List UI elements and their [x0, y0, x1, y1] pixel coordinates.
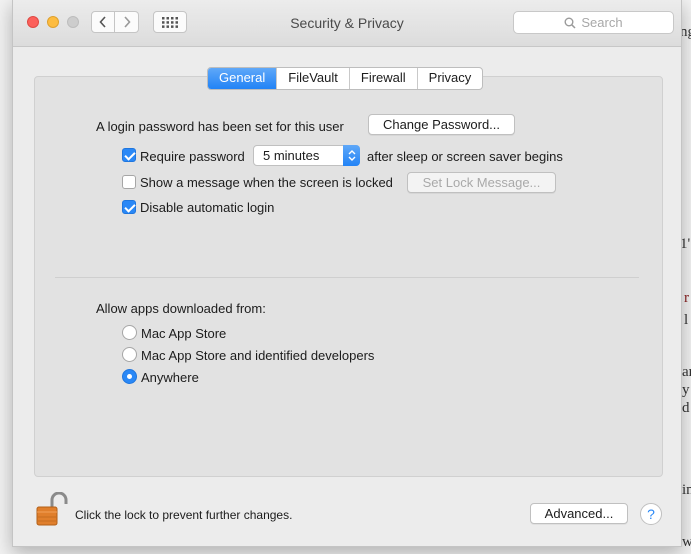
bg-text-fragment: w [682, 534, 691, 550]
help-button[interactable]: ? [640, 503, 662, 525]
search-field[interactable]: Search [513, 11, 674, 34]
security-privacy-window: Security & Privacy Search General FileVa… [12, 0, 682, 547]
bg-text-fragment: l [684, 312, 689, 328]
lock-button[interactable] [34, 491, 68, 528]
require-password-delay-select[interactable]: 5 minutes [253, 145, 360, 166]
bg-text-fragment: y [682, 382, 690, 398]
radio-identified-developers-label: Mac App Store and identified developers [141, 348, 375, 363]
bg-text-fragment: ar [682, 364, 691, 380]
radio-anywhere-label: Anywhere [141, 370, 199, 385]
disable-autologin-label: Disable automatic login [140, 200, 275, 215]
radio-mac-app-store-label: Mac App Store [141, 326, 227, 341]
radio-identified-developers[interactable] [122, 347, 137, 362]
updown-arrows-icon [343, 145, 360, 166]
disable-autologin-checkbox[interactable] [122, 200, 136, 214]
tab-firewall[interactable]: Firewall [348, 68, 417, 89]
search-placeholder: Search [581, 15, 623, 30]
require-password-delay-value: 5 minutes [263, 148, 320, 163]
show-message-checkbox[interactable] [122, 175, 136, 189]
unlocked-padlock-icon [36, 491, 68, 526]
require-password-checkbox[interactable] [122, 148, 136, 162]
title-bar: Security & Privacy Search [13, 0, 681, 47]
allow-apps-heading: Allow apps downloaded from: [96, 301, 266, 316]
show-message-label: Show a message when the screen is locked [140, 175, 393, 190]
lock-hint-text: Click the lock to prevent further change… [75, 508, 293, 522]
bg-text-fragment: r [684, 290, 689, 306]
section-divider [55, 277, 639, 278]
search-icon [564, 17, 576, 29]
advanced-button[interactable]: Advanced... [530, 503, 628, 524]
tab-bar: General FileVault Firewall Privacy [207, 67, 484, 90]
tab-privacy[interactable]: Privacy [416, 68, 483, 89]
tab-filevault[interactable]: FileVault [276, 68, 349, 89]
require-password-suffix: after sleep or screen saver begins [367, 149, 563, 164]
bg-text-fragment: d [682, 400, 690, 416]
bg-text-fragment: in [682, 482, 691, 498]
require-password-label: Require password [140, 149, 245, 164]
change-password-button[interactable]: Change Password... [368, 114, 515, 135]
radio-anywhere[interactable] [122, 369, 137, 384]
radio-mac-app-store[interactable] [122, 325, 137, 340]
login-password-text: A login password has been set for this u… [96, 119, 344, 134]
set-lock-message-button[interactable]: Set Lock Message... [407, 172, 556, 193]
tab-general[interactable]: General [208, 68, 277, 89]
